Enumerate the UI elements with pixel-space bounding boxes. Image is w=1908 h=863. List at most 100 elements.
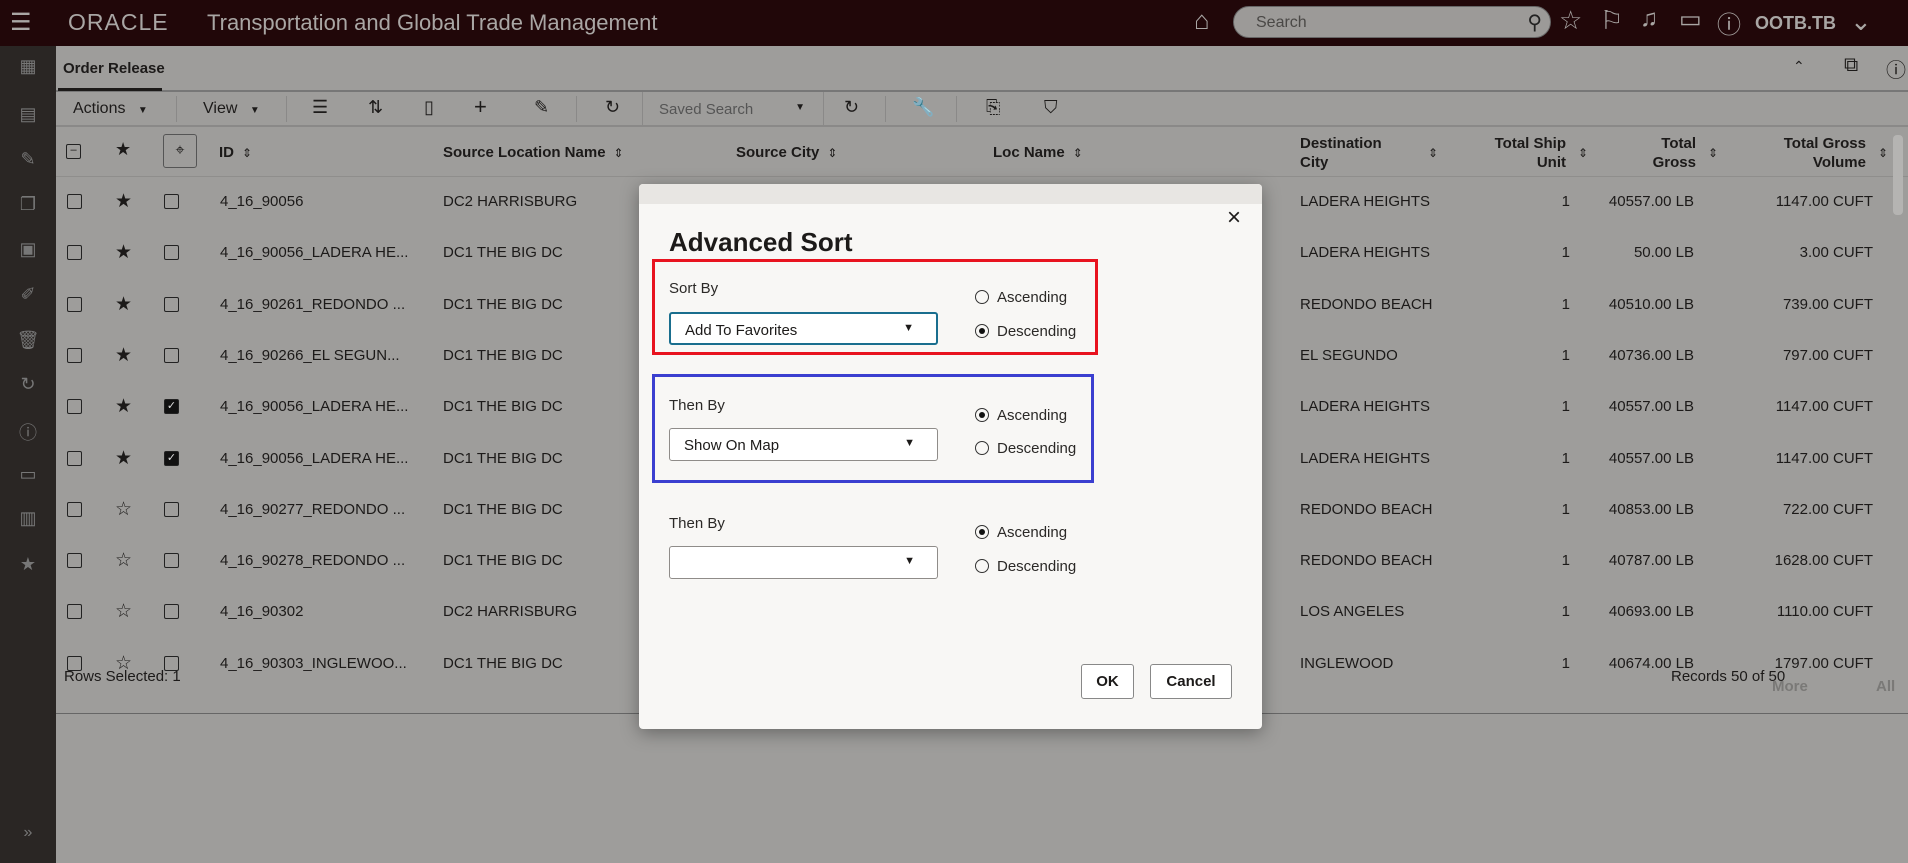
show-on-map-checkbox[interactable] [164,553,179,569]
home-icon[interactable]: ⌂ [1194,5,1210,36]
info-icon[interactable]: ⓘ [0,419,56,445]
chevron-down-icon[interactable]: ⌄ [1850,6,1872,37]
row-select-checkbox[interactable] [67,245,82,261]
then-by-2-descending-radio[interactable]: Descending [975,558,1076,575]
scrollbar[interactable] [1893,135,1903,215]
show-on-map-checkbox[interactable] [164,194,179,209]
export-icon[interactable]: ⎘ [986,97,1000,118]
dashboard-icon[interactable]: ▦ [0,56,56,77]
notifications-bell-icon[interactable]: ♫ [1640,5,1658,33]
favorite-star-filled-icon[interactable]: ★ [115,241,132,264]
cell-id[interactable]: 4_16_90278_REDONDO ... [220,552,405,569]
tab-order-release[interactable]: Order Release [63,60,165,77]
dialog-drag-handle[interactable] [639,184,1262,204]
column-total-gross[interactable]: Total Gross ⇕ [1616,134,1718,172]
then-by-select-1[interactable]: Show On Map ▼ [669,428,938,461]
map-pin-column-icon[interactable]: ⌖ [163,134,197,168]
ok-button[interactable]: OK [1081,664,1134,699]
all-link[interactable]: All [1876,678,1895,695]
saved-search-select[interactable]: Saved Search ▼ [642,92,824,126]
show-on-map-checkbox[interactable] [164,296,179,312]
add-icon[interactable]: + [474,94,487,120]
favorite-star-outline-icon[interactable]: ☆ [115,600,132,623]
actions-menu[interactable]: Actions ▼ [73,100,148,118]
favorite-star-outline-icon[interactable]: ☆ [115,498,132,521]
column-source-location-name[interactable]: Source Location Name ⇕ [443,143,624,163]
column-id[interactable]: ID ⇕ [219,143,252,163]
row-select-checkbox[interactable] [67,604,82,620]
document-edit-icon[interactable]: ✐ [0,284,56,305]
show-on-map-checkbox[interactable] [164,245,179,261]
more-link[interactable]: More [1772,678,1808,695]
favorite-star-filled-icon[interactable]: ★ [115,395,132,418]
cell-id[interactable]: 4_16_90056_LADERA HE... [220,398,408,415]
info-icon[interactable]: ⓘ [1886,54,1906,83]
cell-id[interactable]: 4_16_90277_REDONDO ... [220,501,405,518]
help-icon[interactable]: ⓘ [1717,5,1741,40]
collapse-icon[interactable]: ⌃ [1793,58,1805,75]
cell-id[interactable]: 4_16_90303_INGLEWOO... [220,655,407,672]
then-by-1-ascending-radio[interactable]: Ascending [975,407,1067,424]
column-loc-name[interactable]: Loc Name ⇕ [993,143,1083,163]
search-input[interactable]: Search ⚲ [1233,6,1551,38]
refresh-icon[interactable]: ↻ [0,374,56,395]
then-by-2-ascending-radio[interactable]: Ascending [975,524,1067,541]
open-new-window-icon[interactable]: ⧉ [1844,54,1858,77]
delete-icon[interactable]: 🗑 [0,330,56,351]
cell-id[interactable]: 4_16_90056 [220,193,303,210]
show-on-map-checkbox[interactable] [164,501,179,517]
edit-document-icon[interactable]: ✎ [0,149,56,170]
row-select-checkbox[interactable] [67,347,82,363]
column-destination-city[interactable]: Destination City ⇕ [1300,134,1438,172]
show-on-map-checkbox[interactable]: ✓ [164,450,179,466]
favorite-star-filled-icon[interactable]: ★ [115,293,132,316]
wrench-icon[interactable]: 🔧 [912,97,934,118]
cell-id[interactable]: 4_16_90261_REDONDO ... [220,296,405,313]
then-by-1-descending-radio[interactable]: Descending [975,440,1076,457]
show-on-map-checkbox[interactable] [164,347,179,363]
reload-icon[interactable]: ↻ [605,97,620,118]
layout-icon[interactable]: ▤ [0,104,56,125]
show-on-map-checkbox[interactable]: ✓ [164,399,179,415]
swap-icon[interactable]: ⇅ [368,97,383,118]
cell-id[interactable]: 4_16_90302 [220,603,303,620]
sort-by-descending-radio[interactable]: Descending [975,323,1076,340]
search-icon[interactable]: ⚲ [1527,10,1542,35]
column-total-ship-unit[interactable]: Total Ship Unit ⇕ [1466,134,1588,172]
copy-icon[interactable]: ❐ [0,194,56,215]
view-menu[interactable]: View ▼ [203,100,260,118]
filter-icon[interactable]: ⛉ [1044,97,1058,118]
row-select-checkbox[interactable] [67,553,82,569]
hamburger-menu-icon[interactable]: ☰ [10,8,32,37]
expand-sidebar-icon[interactable]: » [0,824,56,842]
row-select-checkbox[interactable] [67,501,82,517]
user-menu[interactable]: OOTB.TB [1755,13,1836,34]
table-search-icon[interactable]: ▥ [0,508,56,529]
cancel-button[interactable]: Cancel [1150,664,1232,699]
favorite-star-filled-icon[interactable]: ★ [115,344,132,367]
add-row-icon[interactable]: ☰ [312,97,328,118]
sort-by-ascending-radio[interactable]: Ascending [975,289,1067,306]
favorite-star-filled-icon[interactable]: ★ [115,447,132,470]
sort-by-select[interactable]: Add To Favorites ▼ [669,312,938,345]
refresh-icon[interactable]: ↻ [844,97,859,118]
show-on-map-checkbox[interactable] [164,604,179,620]
row-select-checkbox[interactable] [67,399,82,415]
close-icon[interactable]: × [1227,204,1241,232]
new-document-icon[interactable]: ▯ [424,97,434,118]
favorite-star-outline-icon[interactable]: ☆ [115,549,132,572]
cell-id[interactable]: 4_16_90056_LADERA HE... [220,450,408,467]
favorite-star-filled-icon[interactable]: ★ [115,190,132,213]
favorites-star-icon[interactable]: ☆ [1559,5,1582,36]
messages-icon[interactable]: ▭ [1679,5,1702,34]
row-select-checkbox[interactable] [67,296,82,312]
column-total-gross-volume[interactable]: Total Gross Volume ⇕ [1756,134,1888,172]
row-select-checkbox[interactable] [67,194,82,209]
flag-icon[interactable]: ⚐ [1600,5,1623,36]
cell-id[interactable]: 4_16_90266_EL SEGUN... [220,347,400,364]
template-icon[interactable]: ▣ [0,239,56,260]
column-source-city[interactable]: Source City ⇕ [736,143,837,163]
cell-id[interactable]: 4_16_90056_LADERA HE... [220,244,408,261]
row-select-checkbox[interactable] [67,450,82,466]
then-by-select-2[interactable]: ▼ [669,546,938,579]
